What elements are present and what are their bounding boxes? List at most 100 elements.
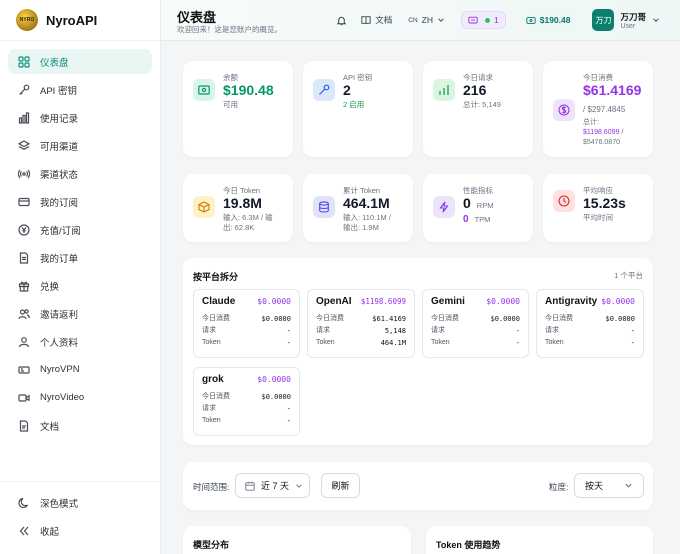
stat-value: 15.23s (583, 195, 626, 211)
stat-sub: 平均时间 (583, 213, 613, 222)
signal-icon (18, 168, 30, 180)
sidebar-item-channel-status[interactable]: 渠道状态 (8, 161, 152, 186)
platform-card-grok[interactable]: grok $0.0000 今日消费 $0.0000 请求 - Token - (193, 367, 300, 436)
platform-name: Claude (202, 296, 236, 307)
stat-card-api-keys: API 密钥 2 2 启用 (303, 61, 413, 157)
user-name: 万刀哥 (620, 11, 646, 22)
key-icon (18, 84, 30, 96)
stat-value: $190.48 (223, 82, 274, 98)
sidebar-item-label: 文档 (40, 421, 60, 433)
brand-name: NyroAPI (46, 12, 98, 28)
sidebar-item-label: 个人资料 (40, 337, 79, 349)
time-range-label: 时间范围: (193, 482, 230, 492)
stat-sub: 2 启用 (343, 100, 365, 109)
platform-row: 今日消费 $61.4169 (316, 313, 406, 325)
row-label: 请求 (202, 327, 216, 334)
clock-icon (553, 190, 575, 212)
row-value: - (515, 339, 520, 347)
refresh-button[interactable]: 刷新 (321, 473, 360, 498)
sidebar-item-nyrovideo[interactable]: NyroVideo (8, 385, 152, 410)
status-dot (485, 17, 491, 23)
language-selector[interactable]: CN ZH (408, 15, 445, 25)
sidebar-item-dashboard[interactable]: 仪表盘 (8, 49, 152, 74)
sidebar-item-orders[interactable]: 我的订单 (8, 245, 152, 270)
platform-card-head: Gemini $0.0000 (431, 296, 520, 307)
platform-row: Token - (545, 337, 635, 349)
stat-sub: 输入: 6.3M / 输 (223, 213, 273, 222)
stat-total-b: $5476.0870 (583, 139, 620, 146)
chevron-down-icon (438, 18, 444, 22)
sidebar-item-redeem[interactable]: 兑换 (8, 273, 152, 298)
notifications-button[interactable] (336, 15, 347, 26)
platform-name: grok (202, 374, 224, 385)
status-count: 1 (494, 15, 499, 25)
platform-name: Antigravity (545, 296, 598, 307)
main-content: 余额 $190.48 可用 API 密钥 2 2 启用 今日请求 216 总计:… (161, 41, 680, 554)
granularity-label: 粒度: (549, 482, 569, 492)
sidebar-item-nyrovpn[interactable]: NyroVPN (8, 357, 152, 382)
tpm-value: 0 (463, 214, 469, 225)
platform-row: Token - (431, 337, 520, 349)
platform-cost: $0.0000 (257, 375, 291, 384)
docs-link[interactable]: 文档 (361, 14, 392, 26)
sidebar-item-docs[interactable]: 文档 (8, 413, 152, 438)
bar-chart-icon (433, 79, 455, 101)
platform-card-openai[interactable]: OpenAI $1198.6099 今日消费 $61.4169 请求 5,148 T… (307, 289, 415, 358)
sidebar-item-usage[interactable]: 使用记录 (8, 105, 152, 130)
row-label: 今日消费 (202, 315, 230, 322)
platform-name: Gemini (431, 296, 465, 307)
lang-label: ZH (421, 15, 434, 25)
layers-icon (18, 139, 30, 152)
time-range-value: 近 7 天 (261, 481, 290, 491)
row-label: 今日消费 (202, 393, 230, 400)
stat-card-today-token: 今日 Token 19.8M 输入: 6.3M / 输 出: 62.8K (183, 174, 293, 242)
user-info: 万刀哥 User (620, 11, 646, 30)
time-range-select[interactable]: 近 7 天 (235, 473, 310, 498)
row-value: 5,148 (384, 327, 406, 335)
sidebar-item-label: 兑换 (40, 281, 60, 293)
sidebar-item-label: 可用渠道 (40, 141, 79, 153)
sidebar-item-referral[interactable]: 邀请返利 (8, 301, 152, 326)
row-value: $0.0000 (261, 315, 291, 323)
sidebar-item-label: API 密钥 (40, 85, 77, 97)
refresh-label: 刷新 (331, 481, 350, 491)
sidebar-item-label: NyroVPN (40, 364, 80, 375)
row-value: - (286, 405, 291, 413)
page-subtitle: 欢迎回来！这是您账户的概览。 (177, 25, 282, 34)
sidebar-item-subscriptions[interactable]: 我的订阅 (8, 189, 152, 214)
sidebar-item-profile[interactable]: 个人资料 (8, 329, 152, 354)
platform-card-antigravity[interactable]: Antigravity $0.0000 今日消费 $0.0000 请求 - Toke… (536, 289, 644, 358)
user-menu[interactable]: 万刀 万刀哥 User (592, 9, 660, 31)
platform-cost: $1198.6099 (360, 297, 406, 306)
stat-card-total-token: 累计 Token 464.1M 输入: 110.1M / 输出: 1.9M (303, 174, 413, 242)
platform-card-claude[interactable]: Claude $0.0000 今日消费 $0.0000 请求 - Token - (193, 289, 300, 358)
platform-card-head: OpenAI $1198.6099 (316, 296, 406, 307)
brand[interactable]: NYRO NyroAPI (0, 0, 160, 41)
dark-mode-toggle[interactable]: 深色模式 (8, 490, 152, 515)
platform-card-gemini[interactable]: Gemini $0.0000 今日消费 $0.0000 请求 - Token - (422, 289, 529, 358)
row-value: $61.4169 (372, 315, 406, 323)
stat-total-label: 总计: (583, 119, 599, 126)
model-distribution-title: 模型分布 (193, 540, 230, 550)
header-balance[interactable]: $190.48 (519, 12, 577, 28)
platform-row: 今日消费 $0.0000 (202, 391, 291, 403)
collapse-sidebar-button[interactable]: 收起 (8, 518, 152, 543)
token-trend-card: Token 使用趋势 (426, 526, 653, 554)
stat-total-a: $1198.6099 (583, 129, 620, 136)
docs-label: 文档 (375, 15, 393, 25)
stat-value: 19.8M (223, 195, 262, 211)
stat-value: $61.4169 (583, 82, 642, 98)
platform-row: Token - (202, 415, 291, 427)
database-icon (313, 196, 335, 218)
granularity-select[interactable]: 按天 (574, 473, 644, 498)
sidebar-item-recharge[interactable]: 充值/订阅 (8, 217, 152, 242)
row-value: - (630, 339, 635, 347)
stat-sub: 输入: 110.1M / (343, 213, 391, 222)
sidebar-item-api-keys[interactable]: API 密钥 (8, 77, 152, 102)
model-distribution-card: 模型分布 (183, 526, 411, 554)
stat-value: 216 (463, 82, 487, 98)
status-indicator[interactable]: 1 (461, 11, 506, 29)
key-icon (313, 79, 335, 101)
sidebar-item-channels[interactable]: 可用渠道 (8, 133, 152, 158)
platform-row: 请求 - (202, 325, 291, 337)
